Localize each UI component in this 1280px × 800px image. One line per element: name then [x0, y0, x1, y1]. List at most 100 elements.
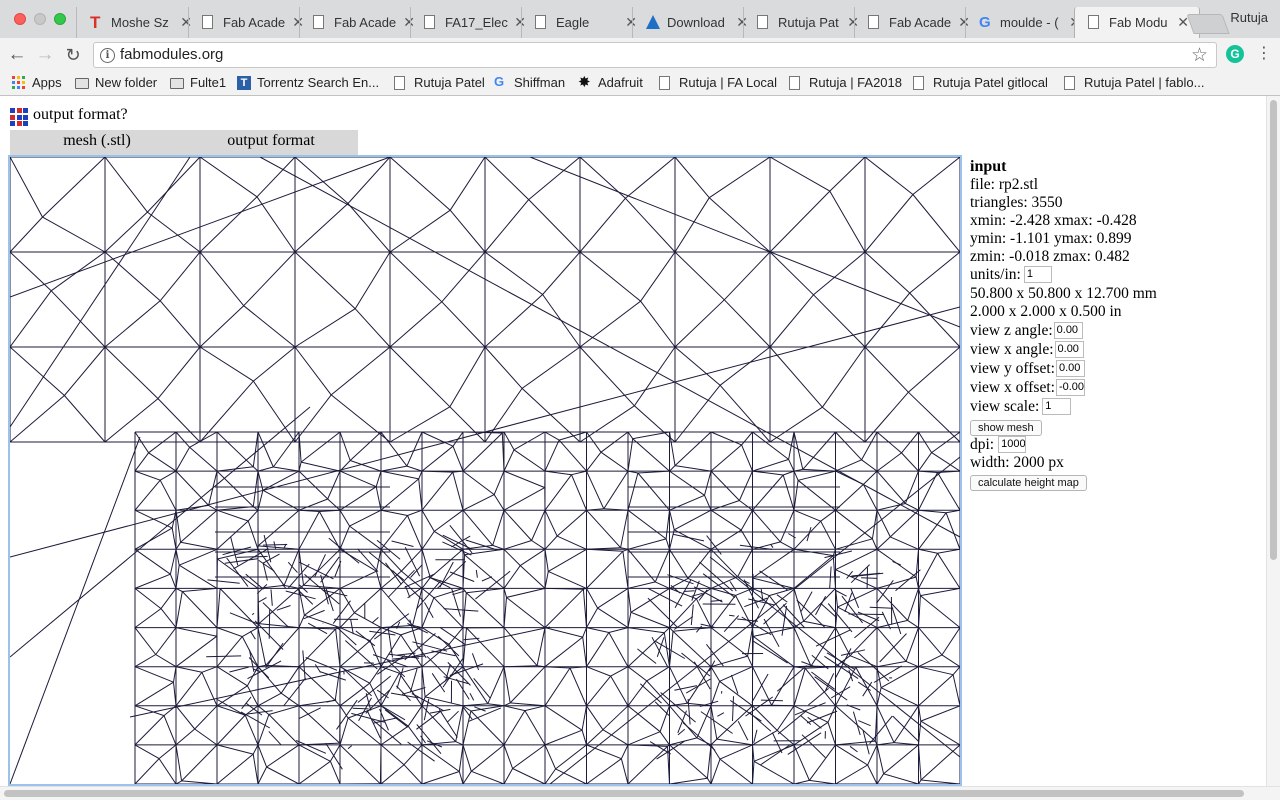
bookmark-item[interactable]: Rutuja Patel | fablo...: [1064, 74, 1204, 92]
profile-name[interactable]: Rutuja: [1230, 10, 1268, 25]
bookmark-item[interactable]: Rutuja | FA Local: [659, 74, 777, 92]
bookmark-item[interactable]: Rutuja | FA2018: [789, 74, 902, 92]
mesh-edge: [265, 627, 300, 666]
view-z-angle-input[interactable]: 0.00: [1053, 321, 1083, 339]
browser-tab[interactable]: Gmoulde - (✕: [965, 7, 1091, 38]
mesh-edge: [389, 157, 451, 211]
mesh-edge: [368, 552, 405, 581]
bookmark-star-icon[interactable]: ☆: [1191, 44, 1208, 67]
mesh-edge: [294, 308, 356, 348]
browser-tab[interactable]: Eagle ✕: [521, 7, 647, 38]
output-format-button[interactable]: output format: [184, 130, 358, 156]
info-icon[interactable]: i: [100, 48, 115, 63]
adafruit-star-icon: ✸: [578, 74, 591, 91]
mesh-edge: [134, 479, 161, 511]
new-tab-button[interactable]: [1186, 14, 1230, 34]
bookmark-item[interactable]: Fulte1: [170, 74, 226, 92]
mesh-edge: [771, 732, 783, 754]
mesh-edge: [890, 536, 919, 550]
horizontal-scroll-thumb[interactable]: [4, 790, 1244, 797]
bookmark-item[interactable]: Apps: [12, 74, 62, 92]
mesh-edge: [380, 465, 407, 472]
forward-arrow-icon[interactable]: →: [34, 44, 56, 66]
fab-modules-logo-icon[interactable]: [10, 108, 28, 126]
mesh-edge: [503, 744, 514, 769]
mesh-edge: [298, 470, 329, 500]
view-x-angle-input[interactable]: 0.00: [1054, 340, 1084, 358]
bookmark-item[interactable]: ✸ Adafruit: [578, 74, 643, 92]
show-mesh-button[interactable]: show mesh: [970, 420, 1042, 436]
mesh-edge: [512, 768, 546, 784]
view-scale-label: view scale:: [970, 398, 1040, 415]
mesh-viewer-canvas[interactable]: [8, 155, 962, 786]
mesh-edge: [256, 196, 296, 253]
page-title[interactable]: output format?: [33, 106, 128, 124]
vertical-scrollbar[interactable]: [1266, 96, 1280, 786]
mesh-edge: [512, 744, 546, 769]
browser-tab[interactable]: Fab Acade ✕: [188, 7, 314, 38]
mesh-edge: [793, 627, 812, 667]
mesh-edge: [462, 666, 489, 704]
mesh-edge: [256, 157, 296, 198]
view-y-offset-input[interactable]: 0.00: [1055, 359, 1085, 377]
bookmark-item[interactable]: Rutuja Patel: [394, 74, 485, 92]
mesh-edge: [134, 588, 162, 609]
dpi-input[interactable]: 1000: [998, 435, 1027, 453]
mesh-edge: [104, 157, 148, 213]
mesh-edge: [10, 436, 141, 784]
mesh-edge: [134, 758, 160, 784]
mesh-edge: [380, 634, 402, 667]
back-arrow-icon[interactable]: ←: [6, 44, 28, 66]
mesh-edge: [918, 512, 947, 550]
mesh-edge: [424, 602, 434, 619]
mesh-edge: [249, 630, 256, 640]
doc-icon: [394, 76, 405, 90]
calculate-height-map-button[interactable]: calculate height map: [970, 475, 1087, 491]
browser-tab[interactable]: Fab Modu ✕: [1074, 7, 1200, 38]
mesh-edge: [354, 251, 391, 309]
mesh-edge: [876, 666, 882, 688]
bookmark-item[interactable]: G Shiffman: [494, 74, 565, 92]
mesh-edge: [462, 470, 495, 495]
mesh-edge: [747, 655, 753, 667]
mesh-edge: [723, 251, 771, 301]
window-close-button[interactable]: [14, 13, 26, 25]
window-minimize-button[interactable]: [34, 13, 46, 25]
browser-tab[interactable]: Fab Acade ✕: [299, 7, 425, 38]
horizontal-scrollbar[interactable]: [0, 786, 1280, 800]
units-input[interactable]: 1: [1023, 265, 1052, 283]
address-bar[interactable]: i fabmodules.org ☆: [93, 42, 1217, 68]
mesh-edge: [793, 509, 821, 522]
bookmark-item[interactable]: T Torrentz Search En...: [237, 74, 379, 92]
browser-tab[interactable]: T Moshe Sz ✕: [76, 7, 202, 38]
mesh-edge: [632, 438, 670, 472]
mesh-edge: [849, 627, 878, 657]
mesh-edge: [627, 746, 668, 784]
mesh-edge: [659, 705, 670, 732]
close-tab-icon[interactable]: ✕: [1177, 7, 1189, 38]
vertical-scroll-thumb[interactable]: [1270, 100, 1277, 560]
mesh-edge: [403, 744, 423, 766]
mesh-edge: [216, 509, 249, 522]
reload-icon[interactable]: ↻: [62, 44, 84, 66]
browser-tab[interactable]: FA17_Elect ✕: [410, 7, 536, 38]
bookmark-label: Fulte1: [190, 75, 227, 90]
mesh-edge: [318, 511, 341, 550]
mesh-edge: [627, 472, 639, 511]
mesh-edge: [216, 466, 254, 472]
browser-tab[interactable]: Fab Acade ✕: [854, 7, 980, 38]
browser-tab[interactable]: Download ✕: [632, 7, 758, 38]
bookmark-item[interactable]: New folder: [75, 74, 157, 92]
menu-kebab-icon[interactable]: ⋮: [1256, 44, 1272, 64]
input-format-button[interactable]: mesh (.stl): [10, 130, 184, 156]
bookmark-item[interactable]: Rutuja Patel gitlocal: [913, 74, 1048, 92]
browser-tab[interactable]: Rutuja Pat ✕: [743, 7, 869, 38]
url-text[interactable]: fabmodules.org: [120, 46, 223, 63]
view-z-angle-label: view z angle:: [970, 322, 1053, 339]
grammarly-extension-icon[interactable]: G: [1226, 45, 1244, 63]
mesh-edge: [622, 551, 629, 589]
view-x-offset-input[interactable]: -0.00: [1055, 378, 1085, 396]
window-maximize-button[interactable]: [54, 13, 66, 25]
view-scale-input[interactable]: 1: [1042, 397, 1072, 415]
mesh-edge: [410, 564, 423, 578]
